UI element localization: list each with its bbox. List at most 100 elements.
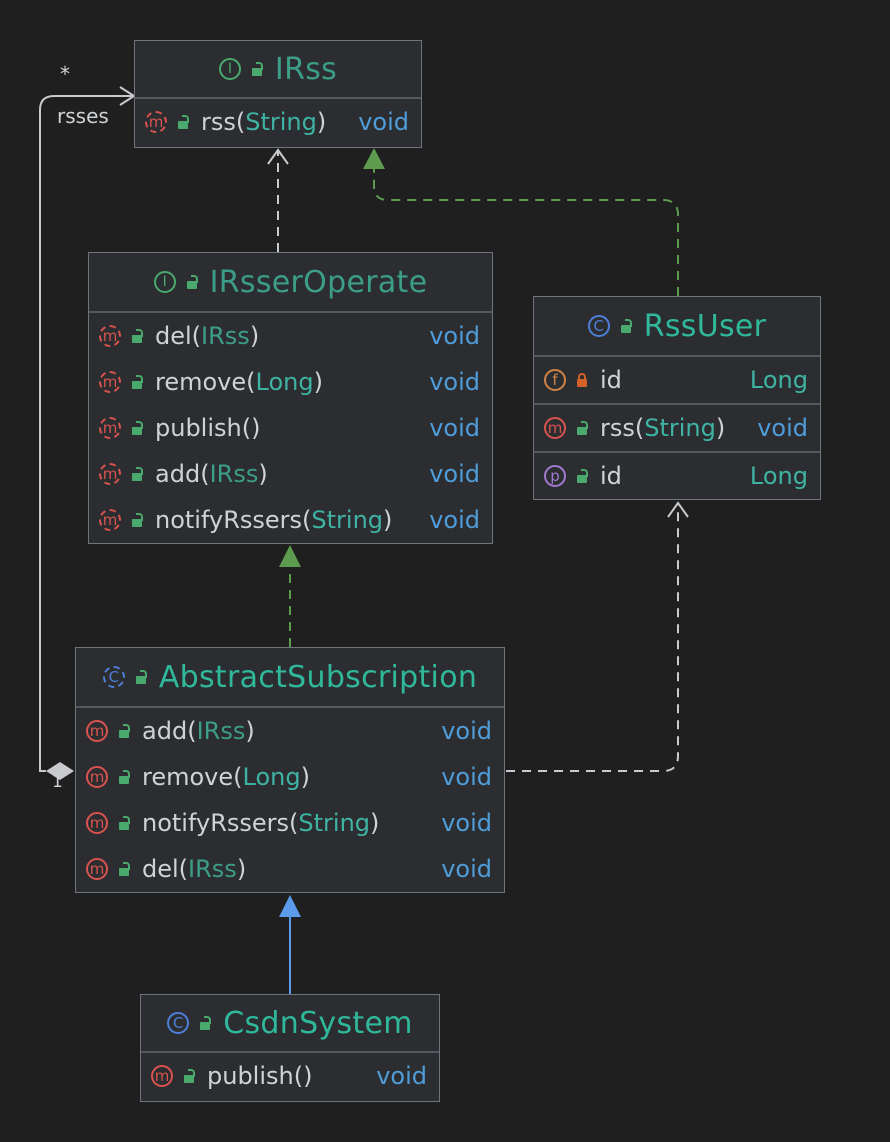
method-name: publish <box>155 414 242 442</box>
method-icon: m <box>86 858 108 880</box>
public-visibility-icon <box>135 670 147 684</box>
property-icon: p <box>544 465 566 487</box>
class-name: AbstractSubscription <box>158 659 478 695</box>
method-icon: m <box>86 766 108 788</box>
return-type: void <box>429 322 480 350</box>
return-type: void <box>358 108 409 136</box>
property-type: Long <box>749 462 808 490</box>
method-signature: del(IRss) <box>155 322 260 350</box>
return-type: void <box>429 414 480 442</box>
class-name: CsdnSystem <box>223 1005 413 1041</box>
methods-section: m rss(String) void <box>534 405 820 453</box>
method-icon: m <box>99 371 121 393</box>
public-visibility-icon <box>131 375 143 389</box>
methods-section: m publish() void <box>141 1053 439 1099</box>
param-type: Long <box>242 763 301 791</box>
param-type: IRss <box>201 322 250 350</box>
public-visibility-icon <box>118 816 130 830</box>
private-visibility-icon <box>576 373 588 387</box>
edge-csdnsystem-extends-abstractsubscription <box>279 895 301 994</box>
method-row[interactable]: m add(IRss) void <box>76 708 504 754</box>
method-icon: m <box>99 509 121 531</box>
interface-icon: I <box>218 58 241 80</box>
param-type: String <box>245 108 317 136</box>
public-visibility-icon <box>620 319 632 333</box>
method-signature: publish() <box>155 414 261 442</box>
class-name: RssUser <box>643 308 767 344</box>
method-icon: m <box>86 720 108 742</box>
property-name: id <box>600 462 622 490</box>
method-row[interactable]: m notifyRssers(String) void <box>76 800 504 846</box>
method-signature: rss(String) <box>201 108 327 136</box>
method-name: del <box>142 855 179 883</box>
method-name: remove <box>155 368 247 396</box>
method-row[interactable]: m publish() void <box>89 405 492 451</box>
method-icon: m <box>99 417 121 439</box>
method-name: remove <box>142 763 234 791</box>
properties-section: p id Long <box>534 453 820 499</box>
interface-irss[interactable]: I IRss m rss(String) void <box>134 40 422 148</box>
method-name: notifyRssers <box>142 809 290 837</box>
method-row[interactable]: m add(IRss) void <box>89 451 492 497</box>
edge-abstractsubscription-depends-rssuser <box>506 501 689 772</box>
property-row[interactable]: p id Long <box>534 453 820 499</box>
method-row[interactable]: m rss(String) void <box>135 99 421 145</box>
param-type: String <box>644 414 716 442</box>
abstract-class-icon: C <box>102 666 125 688</box>
method-icon: m <box>99 463 121 485</box>
public-visibility-icon <box>118 862 130 876</box>
return-type: void <box>429 460 480 488</box>
irss-header: I IRss <box>135 41 421 99</box>
method-icon: m <box>151 1065 173 1087</box>
relationship-edges <box>39 86 689 994</box>
method-row[interactable]: m notifyRssers(String) void <box>89 497 492 543</box>
public-visibility-icon <box>576 469 588 483</box>
class-name: IRsserOperate <box>209 264 428 300</box>
public-visibility-icon <box>131 467 143 481</box>
method-name: notifyRssers <box>155 506 303 534</box>
method-icon: m <box>145 111 167 133</box>
csdnsystem-header: C CsdnSystem <box>141 995 439 1053</box>
return-type: void <box>429 506 480 534</box>
method-name: add <box>155 460 201 488</box>
multiplicity-source-label: 1 <box>52 772 63 792</box>
method-row[interactable]: m del(IRss) void <box>76 846 504 892</box>
return-type: void <box>441 809 492 837</box>
methods-section: m add(IRss) void m remove(Long) void m notifyRs… <box>76 708 504 892</box>
rssuser-header: C RssUser <box>534 297 820 357</box>
field-name: id <box>600 366 622 394</box>
method-signature: add(IRss) <box>142 717 255 745</box>
public-visibility-icon <box>131 329 143 343</box>
class-rssuser[interactable]: C RssUser f id Long m rss(String) void p id Lo… <box>533 296 821 500</box>
method-row[interactable]: m del(IRss) void <box>89 313 492 359</box>
return-type: void <box>376 1062 427 1090</box>
method-signature: publish() <box>207 1062 313 1090</box>
return-type: void <box>441 717 492 745</box>
public-visibility-icon <box>186 275 198 289</box>
method-signature: del(IRss) <box>142 855 247 883</box>
class-icon: C <box>587 315 610 337</box>
field-type: Long <box>749 366 808 394</box>
edge-irsseroperate-to-irss <box>267 148 289 252</box>
method-signature: remove(Long) <box>142 763 310 791</box>
method-row[interactable]: m remove(Long) void <box>76 754 504 800</box>
method-icon: m <box>544 417 566 439</box>
class-abstractsubscription[interactable]: C AbstractSubscription m add(IRss) void m re… <box>75 647 505 893</box>
method-row[interactable]: m remove(Long) void <box>89 359 492 405</box>
class-csdnsystem[interactable]: C CsdnSystem m publish() void <box>140 994 440 1102</box>
methods-section: m rss(String) void <box>135 99 421 145</box>
field-icon: f <box>544 369 566 391</box>
field-row[interactable]: f id Long <box>534 357 820 403</box>
public-visibility-icon <box>183 1069 195 1083</box>
interface-irsseroperate[interactable]: I IRsserOperate m del(IRss) void m remove(Lo… <box>88 252 493 544</box>
multiplicity-target-label: * <box>60 62 70 86</box>
method-name: add <box>142 717 188 745</box>
method-signature: remove(Long) <box>155 368 323 396</box>
method-signature: rss(String) <box>600 414 726 442</box>
public-visibility-icon <box>199 1016 212 1030</box>
method-row[interactable]: m rss(String) void <box>534 405 820 451</box>
public-visibility-icon <box>118 770 130 784</box>
method-row[interactable]: m publish() void <box>141 1053 439 1099</box>
param-type: Long <box>255 368 314 396</box>
return-type: void <box>757 414 808 442</box>
